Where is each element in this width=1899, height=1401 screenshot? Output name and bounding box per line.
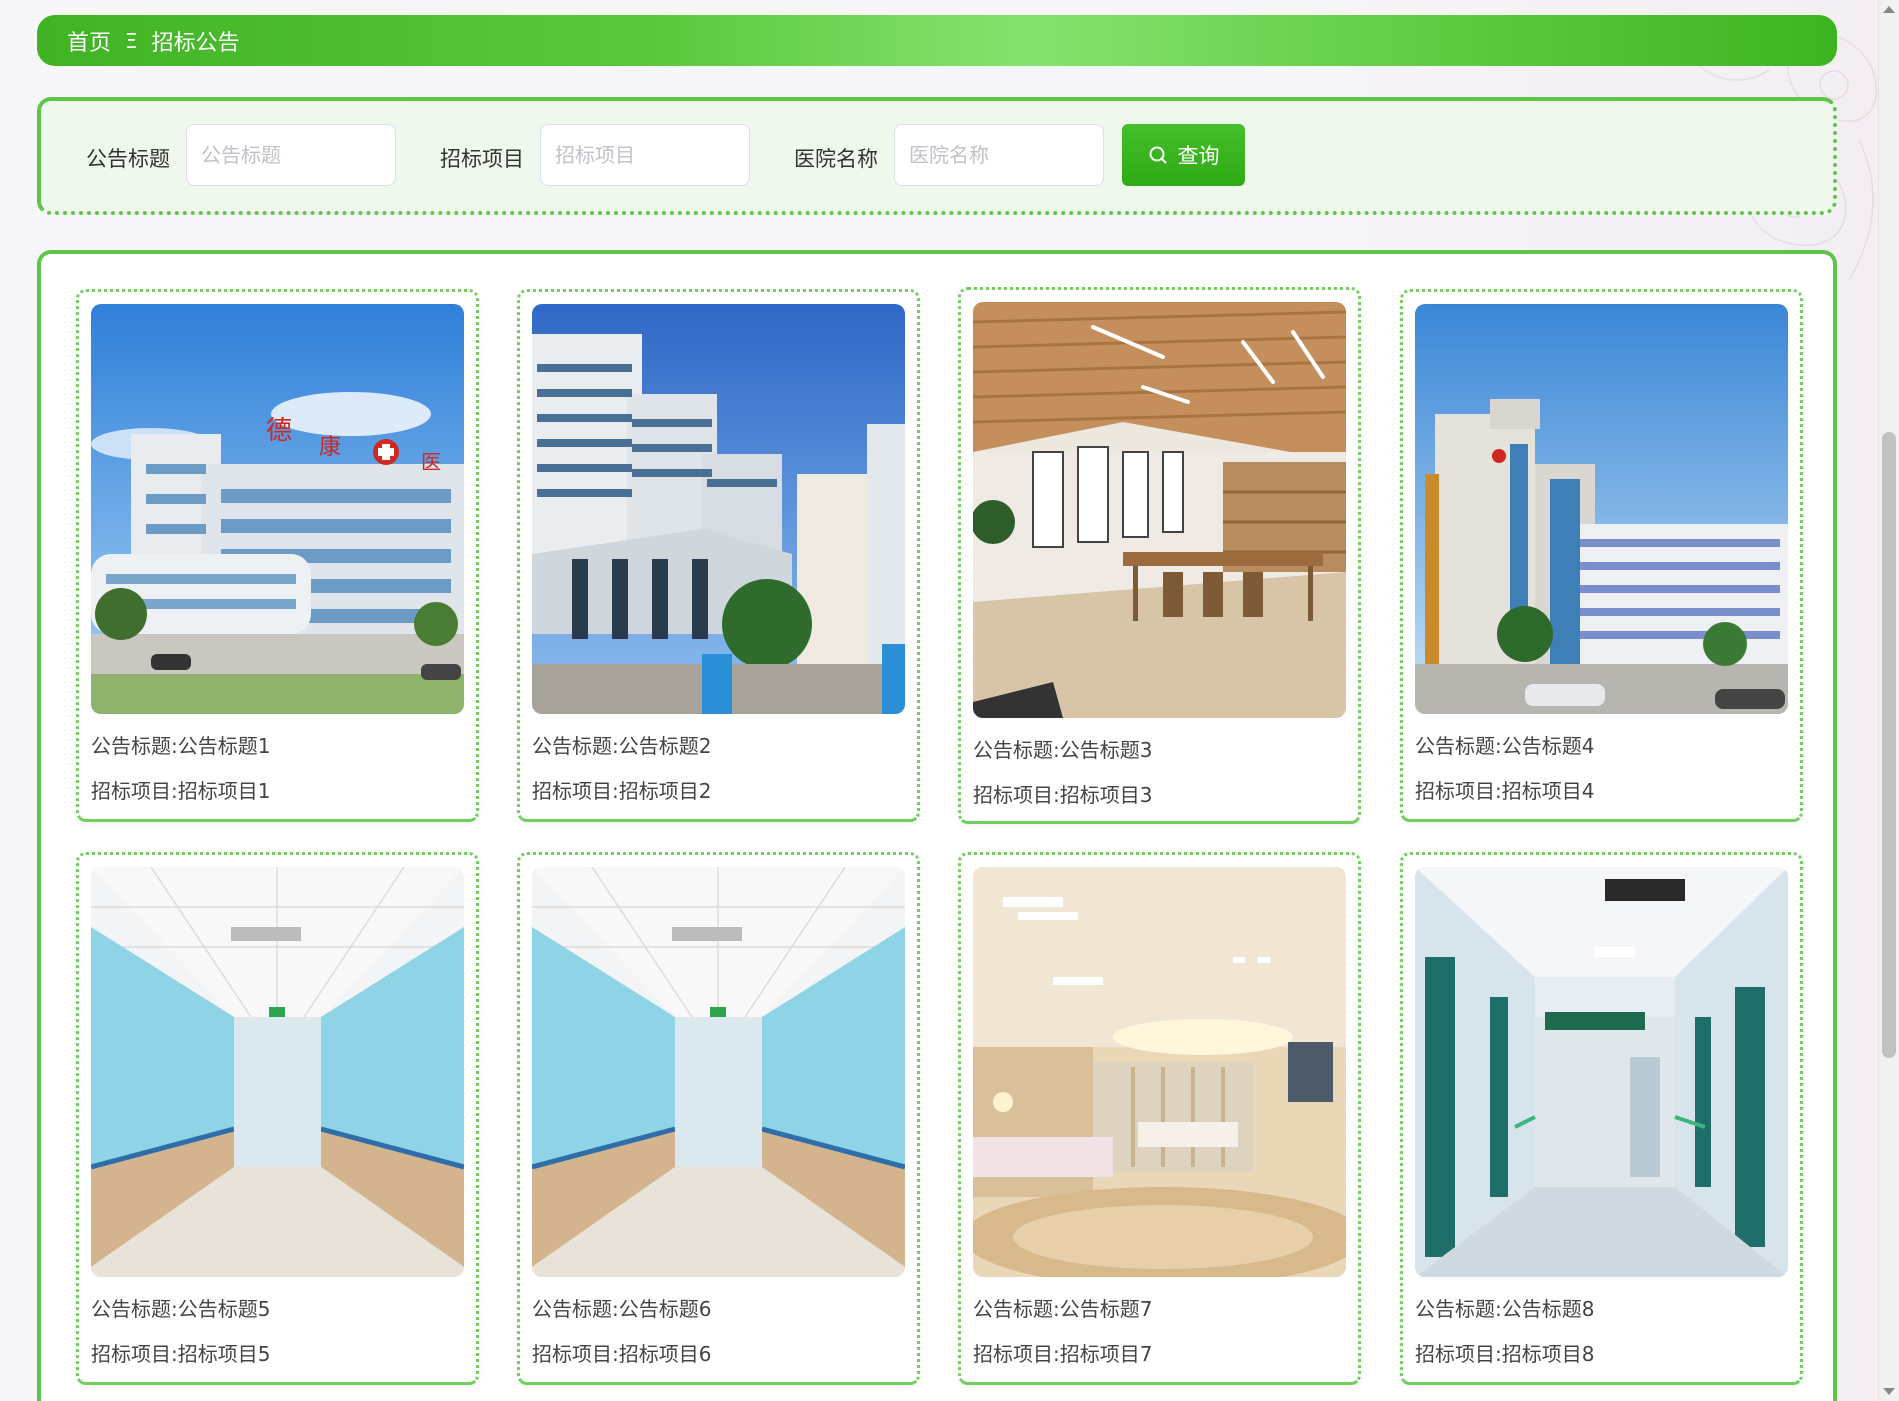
card-project: 招标项目:招标项目3 [973, 783, 1153, 807]
hospital-corridor-image [532, 867, 905, 1277]
card-project: 招标项目:招标项目5 [91, 1342, 271, 1366]
card-project: 招标项目:招标项目1 [91, 779, 271, 803]
announcement-card[interactable]: 公告标题:公告标题8 招标项目:招标项目8 [1400, 852, 1803, 1385]
card-title: 公告标题:公告标题1 [91, 734, 271, 758]
card-title: 公告标题:公告标题8 [1415, 1297, 1595, 1321]
announcement-card[interactable]: 公告标题:公告标题2 招标项目:招标项目2 [517, 289, 920, 822]
search-panel: 公告标题 招标项目 医院名称 查询 [37, 97, 1837, 215]
hospital-filter-input[interactable] [894, 124, 1104, 186]
announcement-card[interactable]: 公告标题:公告标题7 招标项目:招标项目7 [958, 852, 1361, 1385]
scroll-up-arrow-icon[interactable] [1883, 6, 1895, 13]
hospital-ward-interior-image [973, 867, 1346, 1277]
svg-text:康: 康 [319, 435, 341, 460]
search-icon [1148, 145, 1168, 165]
search-button-label: 查询 [1177, 144, 1220, 168]
breadcrumb-separator: Ξ [125, 28, 138, 53]
card-title: 公告标题:公告标题2 [532, 734, 712, 758]
hospital-filter-label: 医院名称 [794, 147, 878, 171]
card-title: 公告标题:公告标题5 [91, 1297, 271, 1321]
title-filter-label: 公告标题 [86, 147, 170, 171]
card-title: 公告标题:公告标题6 [532, 1297, 712, 1321]
hospital-building-exterior-image [1415, 304, 1788, 714]
vertical-scrollbar[interactable] [1878, 0, 1899, 1401]
announcement-card[interactable]: 公告标题:公告标题3 招标项目:招标项目3 [958, 287, 1361, 824]
breadcrumb-home-link[interactable]: 首页 [67, 25, 111, 57]
hospital-towers-exterior-image [532, 304, 905, 714]
page: 首页 Ξ 招标公告 公告标题 招标项目 医院名称 查询 [0, 0, 1899, 1401]
project-filter-label: 招标项目 [440, 147, 524, 171]
scrollbar-thumb[interactable] [1882, 432, 1896, 1058]
breadcrumb-current: 招标公告 [151, 30, 240, 56]
hospital-hallway-image [1415, 867, 1788, 1277]
card-project: 招标项目:招标项目6 [532, 1342, 712, 1366]
card-title: 公告标题:公告标题3 [973, 738, 1153, 762]
title-filter-input[interactable] [186, 124, 396, 186]
wooden-interior-room-image [973, 302, 1346, 718]
search-button[interactable]: 查询 [1122, 124, 1245, 186]
announcement-card[interactable]: 德 康 医 公告标题:公告标题1 招标项目:招标项目1 [76, 289, 479, 822]
card-title: 公告标题:公告标题7 [973, 1297, 1153, 1321]
svg-text:医: 医 [421, 450, 441, 474]
announcement-card[interactable]: 公告标题:公告标题4 招标项目:招标项目4 [1400, 289, 1803, 822]
card-project: 招标项目:招标项目4 [1415, 779, 1595, 803]
scroll-down-arrow-icon[interactable] [1883, 1388, 1895, 1395]
svg-text:德: 德 [266, 416, 292, 446]
card-project: 招标项目:招标项目8 [1415, 1342, 1595, 1366]
card-project: 招标项目:招标项目7 [973, 1342, 1153, 1366]
hospital-building-exterior-image: 德 康 医 [91, 304, 464, 714]
announcement-card[interactable]: 公告标题:公告标题6 招标项目:招标项目6 [517, 852, 920, 1385]
breadcrumb: 首页 Ξ 招标公告 [37, 15, 1837, 66]
project-filter-input[interactable] [540, 124, 750, 186]
card-project: 招标项目:招标项目2 [532, 779, 712, 803]
announcement-list: 德 康 医 公告标题:公告标题1 招标项目:招标项目1 公告标题:公告标题2 招… [37, 250, 1837, 1401]
announcement-card[interactable]: 公告标题:公告标题5 招标项目:招标项目5 [76, 852, 479, 1385]
card-title: 公告标题:公告标题4 [1415, 734, 1595, 758]
hospital-corridor-image [91, 867, 464, 1277]
